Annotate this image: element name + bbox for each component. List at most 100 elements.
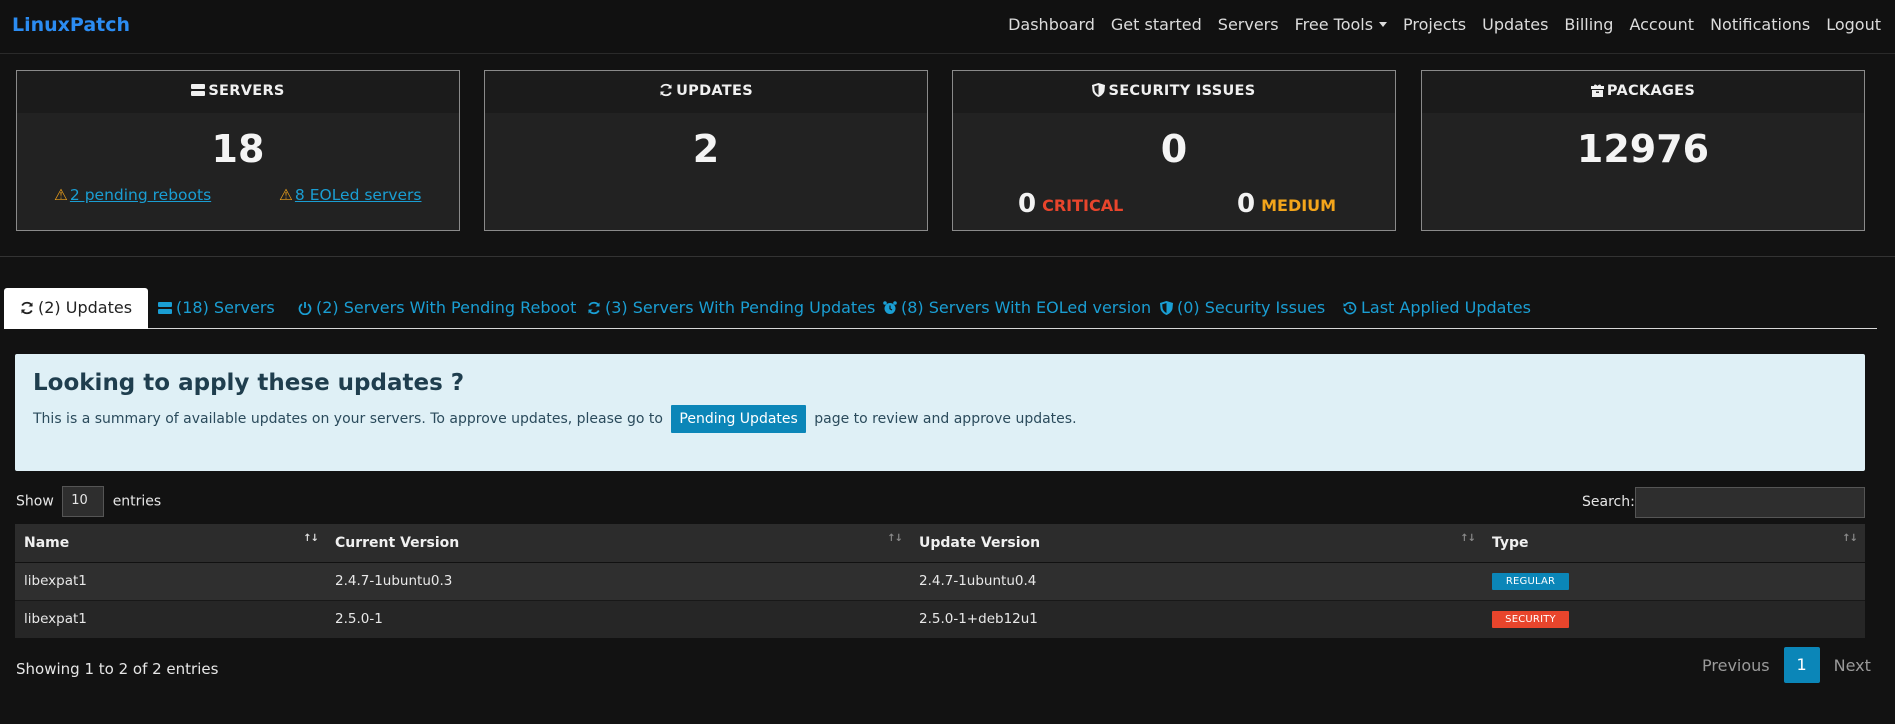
critical-label: CRITICAL — [1042, 196, 1124, 215]
alert-text-after: page to review and approve updates. — [814, 411, 1077, 427]
updates-card-header: UPDATES — [485, 71, 927, 113]
updates-card-title: UPDATES — [676, 83, 753, 99]
servers-card-title: SERVERS — [208, 83, 285, 99]
pending-reboots-label[interactable]: 2 pending reboots — [70, 186, 211, 204]
tab-eoled-version-label: (8) Servers With EOLed version — [901, 298, 1152, 317]
warning-icon: ⚠ — [279, 186, 293, 204]
critical-count: 0 — [1018, 189, 1037, 219]
eol-servers-label[interactable]: 8 EOLed servers — [295, 186, 422, 204]
nav-get-started[interactable]: Get started — [1103, 15, 1210, 34]
security-issues-count: 0 — [1160, 127, 1188, 171]
pagination-previous[interactable]: Previous — [1690, 656, 1782, 675]
tab-updates-label: (2) Updates — [38, 298, 133, 317]
section-divider — [0, 256, 1895, 257]
packages-card-title: PACKAGES — [1606, 83, 1696, 99]
column-header-update-version[interactable]: Update Version ↑↓ — [910, 524, 1483, 563]
tab-updates[interactable]: (2) Updates — [4, 288, 149, 329]
nav-servers[interactable]: Servers — [1210, 15, 1287, 34]
column-header-current-version[interactable]: Current Version ↑↓ — [326, 524, 910, 563]
table-info: Showing 1 to 2 of 2 entries — [16, 660, 219, 678]
pending-reboots-link[interactable]: ⚠ 2 pending reboots — [54, 186, 211, 204]
tab-eoled-version[interactable]: (8) Servers With EOLed version — [883, 288, 1151, 329]
updates-table: Name ↑↓ Current Version ↑↓ Update Version ↑… — [15, 524, 1865, 638]
package-icon — [1590, 84, 1604, 97]
tab-last-applied-updates-label: Last Applied Updates — [1361, 298, 1531, 317]
column-type-label: Type — [1492, 534, 1529, 551]
nav-logout[interactable]: Logout — [1818, 15, 1889, 34]
search-label: Search: — [1582, 494, 1635, 510]
packages-count: 12976 — [1576, 127, 1710, 171]
security-issues-card: SECURITY ISSUES 0 0 CRITICAL 0 MEDIUM — [952, 70, 1396, 231]
sort-icon: ↑↓ — [887, 533, 903, 544]
nav-free-tools[interactable]: Free Tools — [1287, 15, 1395, 34]
nav-free-tools-label: Free Tools — [1294, 15, 1374, 34]
column-name-label: Name — [24, 534, 70, 551]
pagination-next[interactable]: Next — [1822, 656, 1883, 675]
cell-current-version: 2.5.0-1 — [326, 599, 910, 638]
table-row: libexpat1 2.5.0-1 2.5.0-1+deb12u1 SECURI… — [15, 599, 1865, 638]
nav-dashboard[interactable]: Dashboard — [1000, 15, 1103, 34]
pagination-page-1[interactable]: 1 — [1783, 647, 1820, 683]
column-header-name[interactable]: Name ↑↓ — [15, 524, 326, 563]
table-header-row: Name ↑↓ Current Version ↑↓ Update Version ↑… — [15, 524, 1865, 563]
chevron-down-icon — [1379, 22, 1388, 27]
eol-servers-link[interactable]: ⚠ 8 EOLed servers — [279, 186, 422, 204]
power-icon — [298, 302, 312, 316]
medium-count: 0 — [1237, 189, 1256, 219]
security-card-title: SECURITY ISSUES — [1108, 83, 1256, 99]
tab-bar: (2) Updates (18) Servers (2) Servers Wit… — [4, 288, 1877, 329]
tab-pending-updates[interactable]: (3) Servers With Pending Updates — [587, 288, 875, 329]
top-navbar: LinuxPatch Dashboard Get started Servers… — [0, 0, 1895, 54]
updates-count: 2 — [692, 127, 720, 171]
brand-logo[interactable]: LinuxPatch — [12, 14, 130, 36]
server-icon — [158, 302, 172, 314]
alarm-clock-icon — [883, 301, 897, 314]
tab-servers-label: (18) Servers — [176, 298, 275, 317]
history-icon — [1343, 301, 1357, 315]
apply-updates-alert: Looking to apply these updates ? This is… — [15, 354, 1865, 471]
refresh-icon — [21, 301, 33, 315]
column-update-version-label: Update Version — [919, 534, 1041, 551]
sort-icon: ↑↓ — [1460, 533, 1476, 544]
servers-card-header: SERVERS — [17, 71, 459, 113]
servers-card: SERVERS 18 ⚠ 2 pending reboots ⚠ 8 EOLed s… — [16, 70, 460, 231]
tab-pending-reboot[interactable]: (2) Servers With Pending Reboot — [298, 288, 576, 329]
entries-select[interactable]: 10 — [62, 486, 105, 517]
cell-name: libexpat1 — [15, 561, 326, 600]
type-badge-security: SECURITY — [1492, 611, 1569, 629]
packages-card-header: PACKAGES — [1422, 71, 1864, 113]
tab-security-issues[interactable]: (0) Security Issues — [1160, 288, 1325, 329]
nav-account[interactable]: Account — [1621, 15, 1702, 34]
critical-count-row: 0 CRITICAL — [1018, 189, 1123, 219]
main-nav: Dashboard Get started Servers Free Tools… — [1000, 15, 1889, 34]
alert-text: This is a summary of available updates o… — [33, 405, 1077, 433]
packages-card: PACKAGES 12976 — [1421, 70, 1865, 231]
cell-update-version: 2.4.7-1ubuntu0.4 — [910, 561, 1483, 600]
server-icon — [191, 84, 206, 96]
nav-notifications[interactable]: Notifications — [1702, 15, 1818, 34]
tab-security-issues-label: (0) Security Issues — [1177, 298, 1326, 317]
medium-count-row: 0 MEDIUM — [1237, 189, 1336, 219]
alert-title: Looking to apply these updates ? — [33, 370, 465, 396]
updates-card: UPDATES 2 — [484, 70, 928, 231]
cell-name: libexpat1 — [15, 599, 326, 638]
column-header-type[interactable]: Type ↑↓ — [1483, 524, 1865, 563]
nav-projects[interactable]: Projects — [1395, 15, 1474, 34]
tab-pending-reboot-label: (2) Servers With Pending Reboot — [316, 298, 577, 317]
tab-last-applied-updates[interactable]: Last Applied Updates — [1343, 288, 1531, 329]
nav-updates[interactable]: Updates — [1474, 15, 1556, 34]
show-label: Show — [16, 493, 54, 510]
cell-type: SECURITY — [1483, 599, 1865, 638]
search-input[interactable] — [1635, 487, 1865, 518]
nav-billing[interactable]: Billing — [1556, 15, 1621, 34]
refresh-icon — [588, 301, 600, 315]
cell-update-version: 2.5.0-1+deb12u1 — [910, 599, 1483, 638]
table-row: libexpat1 2.4.7-1ubuntu0.3 2.4.7-1ubuntu… — [15, 561, 1865, 600]
sort-icon: ↑↓ — [1842, 533, 1858, 544]
column-current-version-label: Current Version — [335, 534, 460, 551]
pending-updates-button[interactable]: Pending Updates — [671, 405, 806, 433]
pagination: Previous 1 Next — [1690, 647, 1883, 683]
tab-servers[interactable]: (18) Servers — [158, 288, 275, 329]
entries-length-control: Show 10 entries — [16, 486, 161, 517]
tab-pending-updates-label: (3) Servers With Pending Updates — [605, 298, 876, 317]
